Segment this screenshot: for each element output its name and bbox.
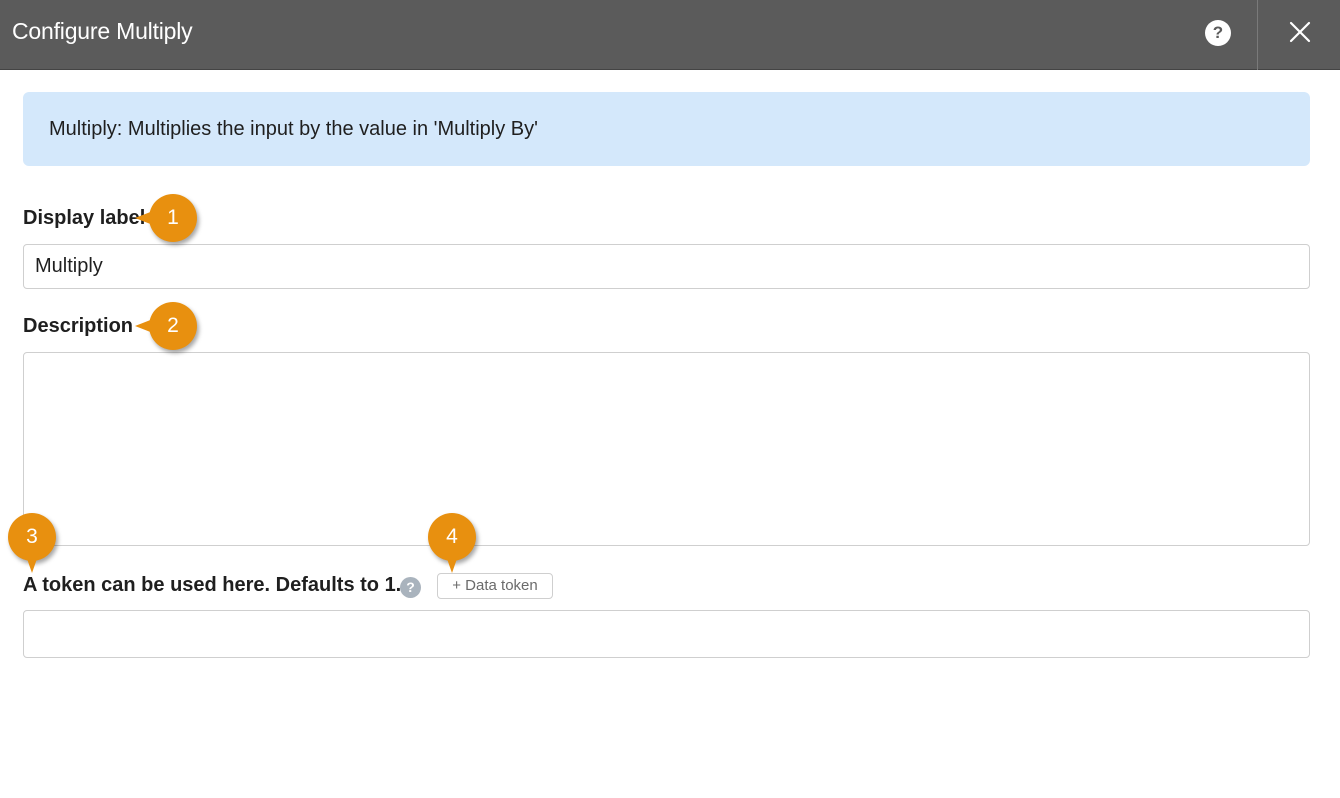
display-label-label: Display label xyxy=(23,207,146,229)
dialog-header: Configure Multiply ? xyxy=(0,0,1340,70)
help-icon[interactable]: ? xyxy=(1205,20,1231,46)
multiply-by-input[interactable] xyxy=(23,610,1310,658)
info-text: Multiply: Multiplies the input by the va… xyxy=(49,118,538,140)
token-help-icon[interactable]: ? xyxy=(400,577,421,598)
multiply-by-label: A token can be used here. Defaults to 1. xyxy=(23,574,402,596)
configure-dialog: Configure Multiply ? Multiply: Multiplie… xyxy=(0,0,1340,798)
callout-marker-2: 2 xyxy=(135,302,197,350)
description-textarea[interactable] xyxy=(23,352,1310,546)
dialog-title: Configure Multiply xyxy=(12,18,193,44)
info-banner: Multiply: Multiplies the input by the va… xyxy=(23,92,1310,166)
callout-marker-3: 3 xyxy=(8,513,56,573)
add-data-token-button[interactable]: + Data token xyxy=(437,573,553,599)
callout-marker-1: 1 xyxy=(135,194,197,242)
description-label: Description xyxy=(23,315,134,337)
close-icon[interactable] xyxy=(1288,20,1312,44)
display-label-input[interactable] xyxy=(23,244,1310,289)
callout-marker-4: 4 xyxy=(428,513,476,573)
header-divider xyxy=(1257,0,1258,70)
